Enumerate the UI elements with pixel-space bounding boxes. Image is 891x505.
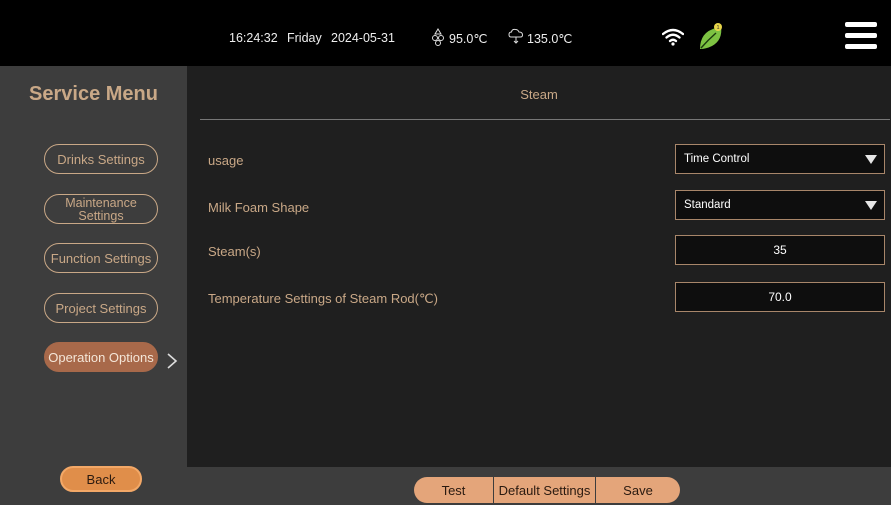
action-button-group: Test Default Settings Save bbox=[414, 477, 680, 503]
sidebar-item-drinks-settings[interactable]: Drinks Settings bbox=[44, 144, 158, 174]
default-settings-button[interactable]: Default Settings bbox=[493, 477, 596, 503]
steam-temperature: 135.0℃ bbox=[527, 32, 573, 46]
droplet-temp-icon bbox=[432, 28, 444, 46]
test-button[interactable]: Test bbox=[414, 477, 493, 503]
milk-foam-shape-value: Standard bbox=[684, 199, 731, 211]
steam-rod-temperature-label: Temperature Settings of Steam Rod(℃) bbox=[208, 291, 438, 306]
weekday: Friday bbox=[287, 31, 322, 45]
sidebar: Service Menu Drinks Settings Maintenance… bbox=[0, 66, 187, 505]
steam-seconds-label: Steam(s) bbox=[208, 244, 261, 259]
usage-select[interactable]: Time Control bbox=[675, 144, 885, 174]
page-title: Steam bbox=[520, 87, 558, 102]
main-panel: Steam usage Time Control Milk Foam Shape… bbox=[187, 66, 891, 467]
svg-text:1: 1 bbox=[716, 25, 719, 31]
milk-foam-shape-select[interactable]: Standard bbox=[675, 190, 885, 220]
sidebar-item-project-settings[interactable]: Project Settings bbox=[44, 293, 158, 323]
steam-rod-temperature-input[interactable] bbox=[675, 282, 885, 312]
menu-icon[interactable] bbox=[845, 22, 877, 52]
steam-seconds-input[interactable] bbox=[675, 235, 885, 265]
divider bbox=[200, 119, 890, 120]
status-bar: 16:24:32 Friday 2024-05-31 95.0℃ 135.0℃ … bbox=[0, 0, 891, 66]
wifi-icon bbox=[662, 28, 684, 46]
date: 2024-05-31 bbox=[331, 31, 395, 45]
sidebar-item-maintenance-settings[interactable]: Maintenance Settings bbox=[44, 194, 158, 224]
dropdown-arrow-icon bbox=[865, 201, 877, 210]
sidebar-item-operation-options[interactable]: Operation Options bbox=[44, 342, 158, 372]
chevron-right-icon bbox=[167, 353, 178, 369]
back-button[interactable]: Back bbox=[60, 466, 142, 492]
bottom-action-bar: Test Default Settings Save bbox=[187, 467, 891, 505]
milk-foam-shape-label: Milk Foam Shape bbox=[208, 200, 310, 215]
usage-select-value: Time Control bbox=[684, 153, 750, 165]
dropdown-arrow-icon bbox=[865, 155, 877, 164]
clock-time: 16:24:32 bbox=[229, 31, 278, 45]
usage-label: usage bbox=[208, 153, 244, 168]
water-temperature: 95.0℃ bbox=[449, 32, 488, 46]
sidebar-title: Service Menu bbox=[29, 83, 158, 105]
sidebar-item-function-settings[interactable]: Function Settings bbox=[44, 243, 158, 273]
eco-leaf-icon: 1 bbox=[700, 23, 722, 49]
save-button[interactable]: Save bbox=[596, 477, 680, 503]
steam-temp-icon bbox=[508, 28, 524, 44]
